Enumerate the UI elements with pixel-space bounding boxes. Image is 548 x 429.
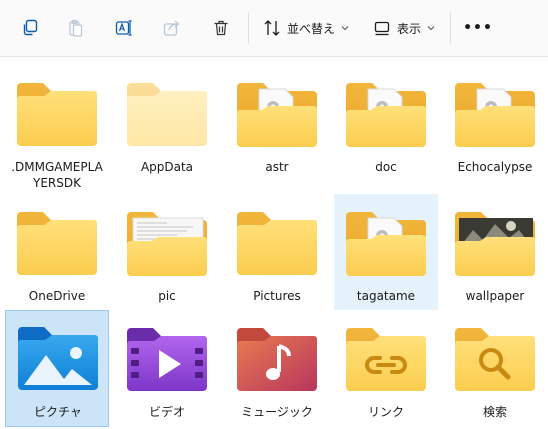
folder-item[interactable]: .DMMGAMEPLA YERSDK <box>5 67 109 193</box>
trash-icon <box>214 20 228 36</box>
sort-button[interactable]: 並べ替え <box>258 10 354 46</box>
folder-item[interactable]: pic <box>115 196 219 310</box>
folder-item[interactable]: 検索 <box>443 312 547 426</box>
folder-with-file-icon <box>237 83 317 147</box>
item-label: tagatame <box>356 289 416 303</box>
folder-item[interactable]: wallpaper <box>443 196 547 310</box>
delete-button[interactable] <box>203 10 239 46</box>
folder-item[interactable]: リンク <box>334 312 438 426</box>
search-folder-icon <box>455 328 535 391</box>
item-label: リンク <box>367 405 404 419</box>
folder-with-document-icon <box>127 212 207 276</box>
folder-icon <box>237 212 317 275</box>
sort-icon <box>264 20 280 36</box>
folder-item[interactable]: OneDrive <box>5 196 109 310</box>
folder-with-photo-icon <box>455 212 535 276</box>
chevron-down-icon <box>341 26 349 31</box>
chevron-down-icon <box>427 26 435 31</box>
folder-with-file-icon <box>346 83 426 147</box>
item-label: Echocalypse <box>457 160 533 174</box>
item-label: Pictures <box>253 289 301 303</box>
folder-with-file-icon <box>455 83 535 147</box>
more-icon: ••• <box>463 20 493 36</box>
folder-hidden-icon <box>127 83 207 146</box>
folder-item[interactable]: AppData <box>115 67 219 181</box>
folder-item[interactable]: doc <box>334 67 438 181</box>
item-label: pic <box>158 289 176 303</box>
folder-icon <box>17 212 97 275</box>
paste-button[interactable] <box>58 10 94 46</box>
view-label: 表示 <box>396 21 421 36</box>
item-label: wallpaper <box>465 289 525 303</box>
copy-icon <box>23 19 38 36</box>
library-item[interactable]: ビデオ <box>115 312 219 426</box>
item-label: ピクチャ <box>34 405 82 419</box>
view-icon <box>374 21 390 36</box>
item-label: 検索 <box>482 405 507 419</box>
folder-item[interactable]: Echocalypse <box>443 67 547 181</box>
videos-library-icon <box>127 328 207 391</box>
item-label: astr <box>265 160 289 174</box>
copy-button[interactable] <box>12 10 48 46</box>
item-label: ビデオ <box>148 405 185 419</box>
folder-item[interactable]: astr <box>225 67 329 181</box>
command-bar: 並べ替え 表示 ••• <box>0 0 548 57</box>
folder-item-hovered[interactable]: tagatame <box>334 194 438 310</box>
item-label: .DMMGAMEPLA YERSDK <box>11 160 103 190</box>
folder-item[interactable]: Pictures <box>225 196 329 310</box>
share-icon <box>163 20 180 36</box>
rename-icon <box>115 20 132 36</box>
folder-icon <box>17 83 97 146</box>
item-label: AppData <box>140 160 194 174</box>
pictures-library-icon <box>18 327 98 390</box>
library-item-selected[interactable]: ピクチャ <box>5 310 109 427</box>
folder-with-file-icon <box>346 212 426 276</box>
library-item[interactable]: ミュージック <box>225 312 329 426</box>
view-button[interactable]: 表示 <box>366 10 442 46</box>
share-button[interactable] <box>154 10 190 46</box>
item-label: OneDrive <box>28 289 86 303</box>
music-library-icon <box>237 328 317 391</box>
item-label: doc <box>375 160 397 174</box>
links-folder-icon <box>346 328 426 391</box>
toolbar-divider <box>248 12 249 44</box>
toolbar-divider <box>450 12 451 44</box>
paste-icon <box>69 19 83 37</box>
sort-label: 並べ替え <box>286 21 335 36</box>
item-label: ミュージック <box>241 405 313 419</box>
rename-button[interactable] <box>106 10 142 46</box>
more-options-button[interactable]: ••• <box>458 10 498 46</box>
